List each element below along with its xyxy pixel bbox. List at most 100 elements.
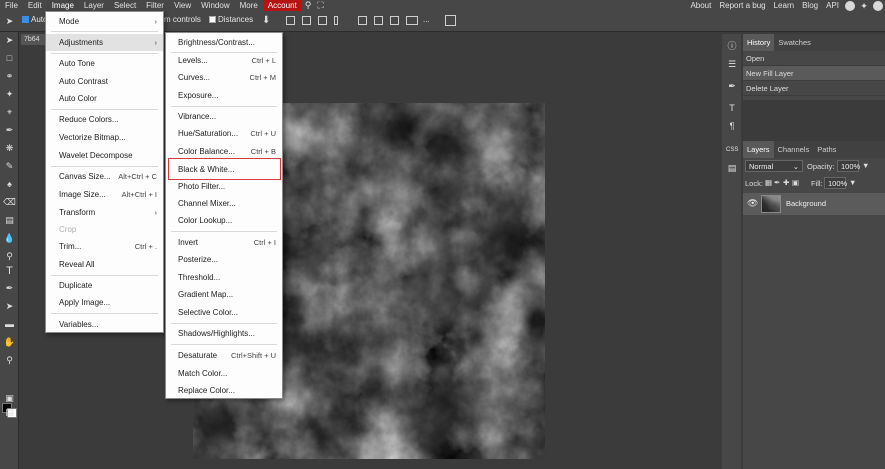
eyedropper-tool-icon[interactable]: ✒ [3,124,16,136]
distribute-horizontal-icon[interactable] [406,16,418,25]
path-select-tool-icon[interactable]: ➤ [3,300,16,312]
download-icon[interactable]: ⬇ [262,15,270,26]
quick-mask-icon[interactable]: ▣ [3,392,16,404]
menu-item-match-color[interactable]: Match Color... [166,365,282,382]
reddit-icon[interactable] [845,0,855,11]
menu-item-shadows-highlights[interactable]: Shadows/Highlights... [166,325,282,342]
eraser-tool-icon[interactable]: ⌫ [3,196,16,208]
gradient-tool-icon[interactable]: ▤ [3,214,16,226]
menu-item-trim[interactable]: Trim... Ctrl + . [46,238,163,255]
menu-select[interactable]: Select [109,0,141,11]
align-left-icon[interactable] [286,16,295,25]
document-tab[interactable]: 7b64 [21,34,45,45]
menu-item-reduce-colors[interactable]: Reduce Colors... [46,111,163,128]
tab-swatches[interactable]: Swatches [774,34,815,51]
distribute-bottom-icon[interactable] [390,16,399,25]
marquee-tool-icon[interactable]: □ [3,52,16,64]
menu-item-vibrance[interactable]: Vibrance... [166,108,282,125]
dodge-tool-icon[interactable]: ⚲ [3,250,16,262]
fill-input[interactable]: 100% [824,177,847,189]
menu-image[interactable]: Image [46,0,79,11]
more-options-icon[interactable]: ... [423,15,430,24]
api-link[interactable]: API [822,1,843,10]
fullscreen-icon[interactable]: ⛶ [314,0,326,11]
menu-item-mode[interactable]: Mode › [46,13,163,30]
menu-item-threshold[interactable]: Threshold... [166,269,282,286]
menu-item-brightness-contrast[interactable]: Brightness/Contrast... [166,34,282,51]
lasso-tool-icon[interactable]: ⚭ [3,70,16,82]
healing-tool-icon[interactable]: ❋ [3,142,16,154]
learn-link[interactable]: Learn [770,1,798,10]
grid-icon[interactable] [445,15,456,26]
brush-settings-icon[interactable]: ✒ [726,80,738,92]
menu-item-wavelet-decompose[interactable]: Wavelet Decompose [46,147,163,164]
blur-tool-icon[interactable]: 💧 [3,232,16,244]
opacity-input[interactable]: 100% [837,160,860,172]
menu-item-channel-mixer[interactable]: Channel Mixer... [166,195,282,212]
search-icon[interactable]: ⚲ [302,0,315,11]
image-icon[interactable]: ▤ [726,162,738,174]
distances-option[interactable]: Distances [209,15,253,24]
tab-history[interactable]: History [743,34,775,51]
tab-paths[interactable]: Paths [813,141,840,158]
menu-item-canvas-size[interactable]: Canvas Size... Alt+Ctrl + C [46,168,163,185]
transform-controls-label[interactable]: m controls [164,15,201,24]
menu-item-invert[interactable]: Invert Ctrl + I [166,234,282,251]
stamp-tool-icon[interactable]: ♠ [3,178,16,190]
report-bug-link[interactable]: Report a bug [715,1,769,10]
menu-item-reveal-all[interactable]: Reveal All [46,256,163,273]
shape-tool-icon[interactable]: ▬ [3,318,16,330]
menu-item-replace-color[interactable]: Replace Color... [166,382,282,399]
screen-mode-icon[interactable]: ▤ [3,406,16,418]
menu-file[interactable]: File [0,0,23,11]
facebook-icon[interactable] [873,0,883,11]
distances-checkbox[interactable] [209,16,216,24]
menu-view[interactable]: View [169,0,196,11]
lock-transparency-icon[interactable]: ▦ [765,178,772,187]
menu-item-gradient-map[interactable]: Gradient Map... [166,286,282,303]
text-tool-icon[interactable]: T [3,265,16,277]
menu-edit[interactable]: Edit [23,0,47,11]
menu-item-color-lookup[interactable]: Color Lookup... [166,212,282,229]
menu-item-auto-color[interactable]: Auto Color [46,90,163,107]
about-link[interactable]: About [686,1,715,10]
menu-item-vectorize-bitmap[interactable]: Vectorize Bitmap... [46,129,163,146]
menu-item-apply-image[interactable]: Apply Image... [46,294,163,311]
pen-tool-icon[interactable]: ✒ [3,282,16,294]
distribute-top-icon[interactable] [358,16,367,25]
menu-item-auto-contrast[interactable]: Auto Contrast [46,73,163,90]
opacity-dropdown-icon[interactable]: ▼ [862,161,869,170]
history-row[interactable]: Open [743,51,885,66]
menu-item-auto-tone[interactable]: Auto Tone [46,55,163,72]
menu-item-hue-saturation[interactable]: Hue/Saturation... Ctrl + U [166,125,282,142]
auto-select-checkbox[interactable] [22,16,29,24]
css-icon[interactable]: CSS [726,144,738,156]
menu-item-variables[interactable]: Variables... [46,316,163,333]
menu-filter[interactable]: Filter [141,0,169,11]
blend-mode-select[interactable]: Normal ⌄ [745,160,803,172]
zoom-tool-icon[interactable]: ⚲ [3,354,16,366]
menu-layer[interactable]: Layer [79,0,109,11]
lock-all-icon[interactable]: ▣ [792,178,799,187]
menu-more[interactable]: More [235,0,263,11]
menu-item-image-size[interactable]: Image Size... Alt+Ctrl + I [46,186,163,203]
paragraph-icon[interactable]: ¶ [726,120,738,132]
lock-pixels-icon[interactable]: ✒ [774,178,780,187]
history-row[interactable]: New Fill Layer [743,66,885,81]
fill-dropdown-icon[interactable]: ▼ [849,178,856,187]
menu-item-selective-color[interactable]: Selective Color... [166,304,282,321]
align-center-icon[interactable] [302,16,311,25]
tab-layers[interactable]: Layers [743,141,774,158]
menu-item-duplicate[interactable]: Duplicate [46,277,163,294]
magic-wand-tool-icon[interactable]: ✦ [3,88,16,100]
properties-icon[interactable]: ☰ [726,58,738,70]
align-right-icon[interactable] [318,16,327,25]
menu-item-posterize[interactable]: Posterize... [166,251,282,268]
menu-item-photo-filter[interactable]: Photo Filter... [166,178,282,195]
brush-tool-icon[interactable]: ✎ [3,160,16,172]
account-button[interactable]: Account [262,0,302,11]
menu-window[interactable]: Window [196,0,234,11]
lock-position-icon[interactable]: ✚ [783,178,789,187]
menu-item-adjustments[interactable]: Adjustments › [46,34,163,51]
twitter-icon[interactable]: ✦ [859,1,869,11]
